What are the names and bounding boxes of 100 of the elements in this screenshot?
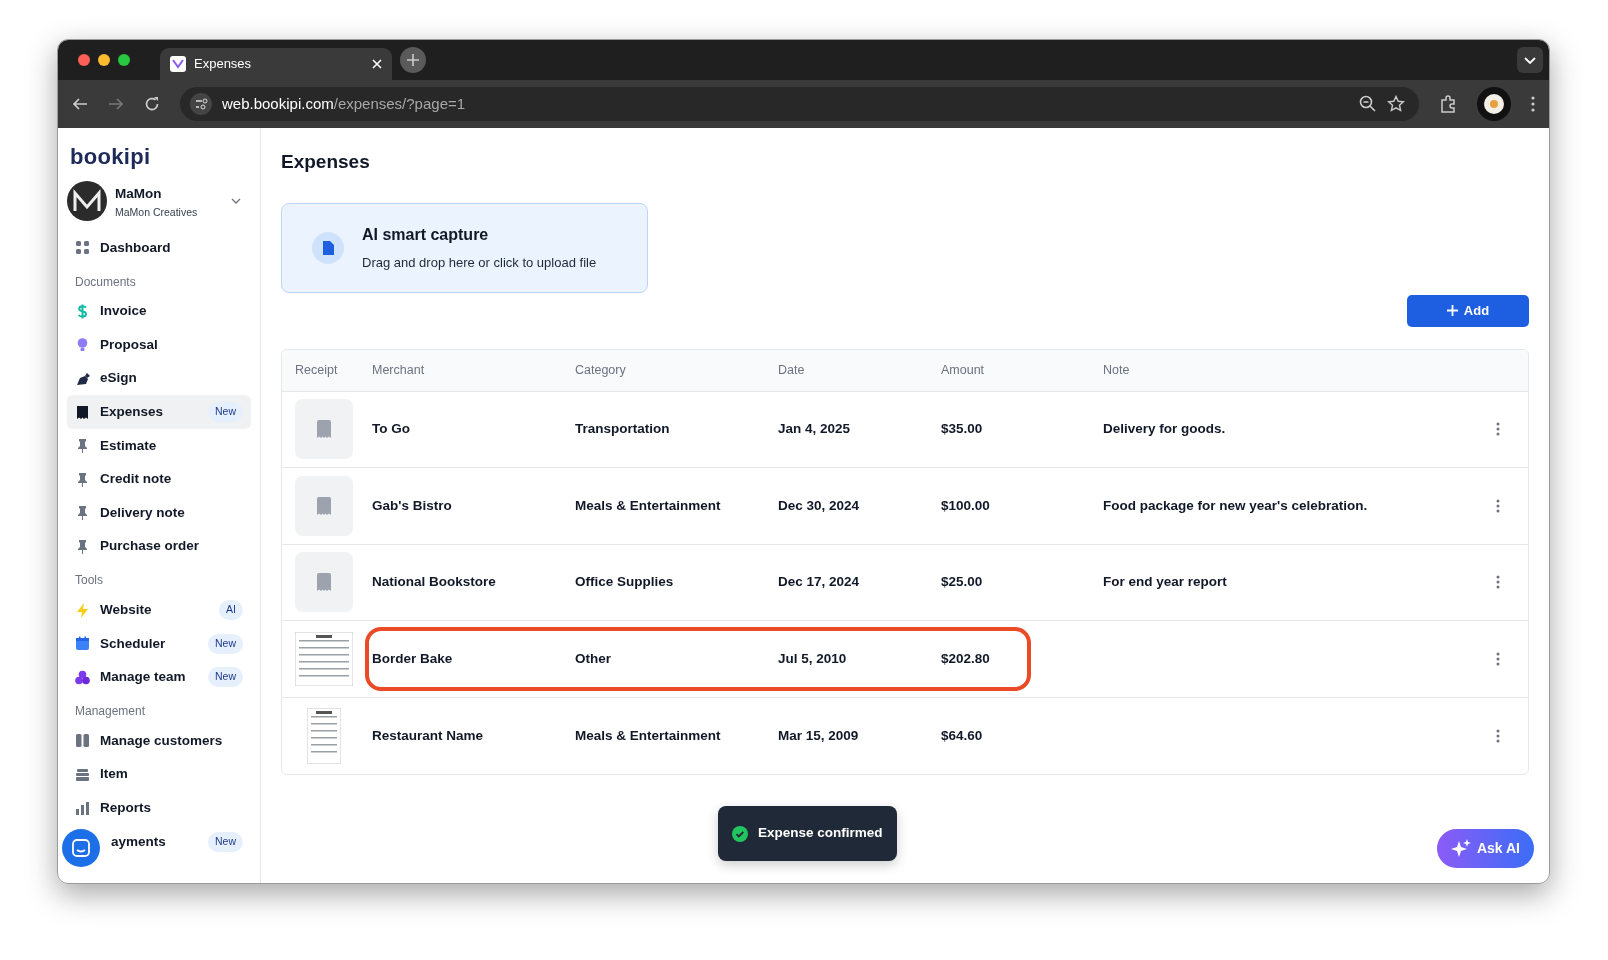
nav-item[interactable]: Reports <box>67 791 251 825</box>
nav-item[interactable]: Purchase order <box>67 529 251 564</box>
columns-icon <box>75 733 90 749</box>
chat-icon <box>72 839 90 857</box>
account-name: MaMon <box>115 185 162 204</box>
receipt-icon <box>317 420 331 439</box>
chat-button[interactable] <box>62 829 100 867</box>
more-options-icon[interactable] <box>1496 498 1500 513</box>
more-options-icon[interactable] <box>1496 422 1500 437</box>
pen-icon <box>75 371 90 387</box>
nav-item[interactable]: Scheduler New <box>67 626 251 661</box>
more-options-icon[interactable] <box>1496 728 1500 743</box>
window-control[interactable] <box>98 54 110 66</box>
nav-badge: New <box>208 633 243 654</box>
bar-chart-icon <box>75 800 90 816</box>
reload-icon[interactable] <box>144 96 160 112</box>
add-button[interactable]: Add <box>1407 294 1529 327</box>
lightning-icon <box>75 602 90 618</box>
table-row[interactable]: To Go Transportation Jan 4, 2025 $35.00 Delivery for goods. <box>282 391 1528 468</box>
expense-amount: $35.00 <box>941 421 983 437</box>
profile-avatar-icon[interactable] <box>1477 87 1511 121</box>
company-name: MaMon Creatives <box>115 205 198 221</box>
new-tab-icon[interactable] <box>400 47 426 73</box>
merchant-name: Restaurant Name <box>372 727 484 743</box>
site-settings-icon <box>190 93 212 115</box>
nav-badge: New <box>208 831 243 852</box>
receipt-icon <box>317 496 331 515</box>
more-options-icon[interactable] <box>1496 575 1500 590</box>
tab-title: Expenses <box>194 55 253 74</box>
table-row[interactable]: National Bookstore Office Supplies Dec 17, 2024 $25.00 For end year report <box>282 544 1528 621</box>
extensions-icon[interactable] <box>1439 95 1457 113</box>
expense-date: Dec 30, 2024 <box>778 497 860 513</box>
table-row[interactable]: Gab's Bistro Meals & Entertainment Dec 30, 2024 $100.00 Food package for new year's celebration. <box>282 468 1528 545</box>
column-header: Date <box>778 361 805 379</box>
nav-item[interactable]: Dashboard <box>67 231 251 265</box>
nav-item[interactable]: Credit note <box>67 462 251 497</box>
nav-item[interactable]: Manage customers <box>67 724 251 758</box>
browser-tab[interactable]: Expenses <box>160 48 392 80</box>
expense-amount: $100.00 <box>941 497 990 513</box>
receipt-icon <box>75 404 90 420</box>
stack-icon <box>75 767 90 782</box>
expense-date: Jul 5, 2010 <box>778 650 847 666</box>
nav-item[interactable]: Proposal <box>67 328 251 362</box>
lightbulb-icon <box>75 337 90 353</box>
category-name: Office Supplies <box>575 574 674 590</box>
pin-icon <box>75 471 90 487</box>
upload-card[interactable]: AI smart capture Drag and drop here or click to upload file <box>281 202 648 293</box>
nav-badge: New <box>208 667 243 688</box>
more-options-icon[interactable] <box>1496 651 1500 666</box>
merchant-name: National Bookstore <box>372 574 496 590</box>
nav-badge: New <box>208 402 243 423</box>
merchant-name: Gab's Bistro <box>372 497 452 513</box>
column-header: Note <box>1103 361 1130 379</box>
logo[interactable]: bookipi <box>67 140 251 173</box>
table-row[interactable]: Border Bake Other Jul 5, 2010 $202.80 <box>282 621 1528 698</box>
table-row[interactable]: Restaurant Name Meals & Entertainment Mar 15, 2009 $64.60 <box>282 697 1528 774</box>
address-bar[interactable]: web.bookipi.com/expenses/?page=1 <box>180 87 1419 121</box>
sparkle-icon <box>1450 838 1471 859</box>
page-title: Expenses <box>281 150 370 174</box>
ask-ai-button[interactable]: Ask AI <box>1436 829 1534 868</box>
chevron-down-icon[interactable] <box>231 198 241 204</box>
merchant-name: To Go <box>372 421 410 437</box>
check-circle-icon <box>732 825 748 842</box>
nav-item[interactable]: Manage team New <box>67 660 251 695</box>
nav-item[interactable]: Estimate <box>67 428 251 463</box>
nav-item[interactable]: Delivery note <box>67 496 251 530</box>
nav-item[interactable]: ayments New <box>103 824 251 859</box>
nav-item[interactable]: eSign <box>67 361 251 396</box>
caret-icon[interactable] <box>1517 47 1543 73</box>
window-control[interactable] <box>118 54 130 66</box>
nav-item[interactable]: Item <box>67 757 251 792</box>
nav-item[interactable]: Website AI <box>67 593 251 627</box>
forward-icon[interactable] <box>108 96 124 112</box>
nav-item[interactable]: Invoice <box>67 294 251 329</box>
url-text: web.bookipi.com/expenses/?page=1 <box>222 93 466 114</box>
section-heading: Tools <box>74 572 104 590</box>
expense-note: Food package for new year's celebration. <box>1103 497 1368 513</box>
category-name: Transportation <box>575 421 670 437</box>
avatar-icon[interactable] <box>67 181 107 221</box>
category-name: Other <box>575 650 611 666</box>
expense-date: Jan 4, 2025 <box>778 421 851 437</box>
dashboard-icon <box>75 240 90 256</box>
pin-icon <box>75 539 90 555</box>
back-icon[interactable] <box>72 96 88 112</box>
column-header: Category <box>575 361 626 379</box>
expense-date: Mar 15, 2009 <box>778 727 859 743</box>
star-icon[interactable] <box>1387 95 1405 113</box>
menu-icon[interactable] <box>1531 96 1535 112</box>
file-icon <box>312 231 344 264</box>
zoom-icon[interactable] <box>1359 95 1377 113</box>
nav-item[interactable]: Expenses New <box>67 395 251 429</box>
favicon-icon <box>170 56 186 72</box>
people-icon <box>75 669 90 685</box>
close-icon[interactable] <box>372 59 382 69</box>
window-control[interactable] <box>78 54 90 66</box>
column-header: Receipt <box>294 361 338 379</box>
plus-icon <box>1446 305 1458 316</box>
column-header: Merchant <box>372 361 425 379</box>
calendar-icon <box>75 636 90 652</box>
expense-amount: $202.80 <box>941 650 990 666</box>
